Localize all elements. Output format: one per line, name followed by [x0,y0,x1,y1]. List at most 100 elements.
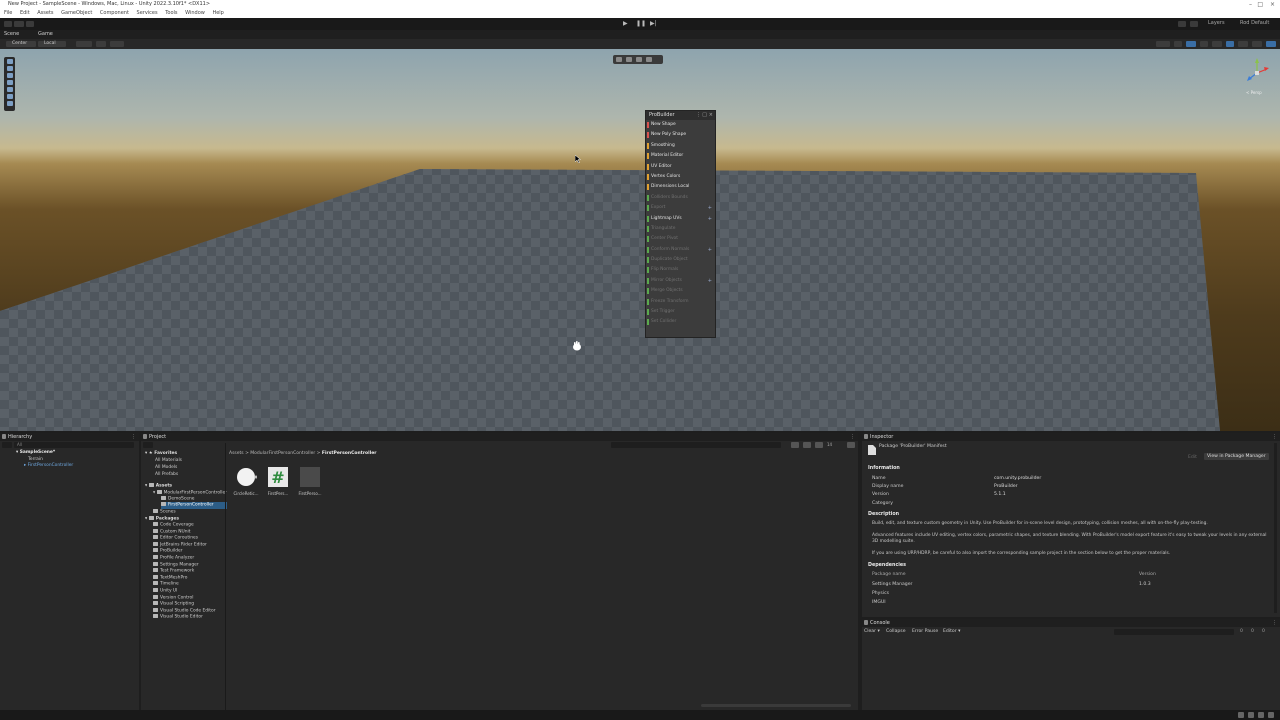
package-folder-item[interactable]: Visual Studio Code Editor [153,607,216,615]
breadcrumb-assets[interactable]: Assets [229,451,244,456]
panel-menu-icon[interactable]: ⋮ [131,433,136,441]
rotate-tool-icon[interactable] [6,73,13,78]
panel-menu-icon[interactable]: ⋮ [1272,619,1277,627]
collapse-toggle[interactable]: Collapse [886,629,906,634]
menu-component[interactable]: Component [100,10,129,16]
favorites-root[interactable]: ▾ ★ Favorites [145,451,177,457]
close-panel-icon[interactable]: × [709,111,713,120]
probuilder-item-freeze-transform[interactable]: Freeze Transform [646,297,715,307]
cloud-button[interactable] [14,21,24,27]
package-folder-item[interactable]: Timeline [153,581,179,588]
search-icon[interactable] [1190,21,1198,27]
package-folder-item[interactable]: Visual Studio Editor [153,614,203,621]
breadcrumb-firstpersoncontroller[interactable]: FirstPersonController [322,451,377,456]
probuilder-item-set-trigger[interactable]: Set Trigger [646,307,715,317]
probuilder-item-set-collider[interactable]: Set Collider [646,317,715,327]
asset-circlereticle[interactable]: CircleRetic... [233,466,259,496]
probuilder-item-vertex-colors[interactable]: Vertex Colors [646,172,715,182]
layers-dropdown[interactable]: Layers [1208,20,1225,26]
package-folder-item[interactable]: ProBuilder [153,548,183,555]
package-folder-item[interactable]: Test Framework [153,568,194,575]
grid-snap-button[interactable] [76,41,92,47]
view-in-package-manager-button[interactable]: View in Package Manager [1204,453,1269,460]
effects-toggle[interactable] [1212,41,1222,47]
history-icon[interactable] [1178,21,1186,27]
more-options-icon[interactable]: ⋮ [696,111,701,120]
favorite-star-icon[interactable] [847,442,855,448]
console-tab[interactable]: Console ⋮ [862,619,1280,627]
scene-search-button[interactable] [1266,41,1276,47]
camera-settings-button[interactable] [1238,41,1248,47]
warning-count[interactable]: 0 [1251,629,1254,634]
hidden-objects-toggle[interactable] [1226,41,1234,47]
step-button[interactable]: ▶| [650,20,657,27]
account-button[interactable] [4,21,12,27]
inspector-scrollbar[interactable] [1274,443,1277,613]
close-window-button[interactable]: × [1270,0,1275,9]
debug-mode-icon[interactable] [1248,712,1254,718]
probuilder-item-dimensions-local[interactable]: Dimensions Local [646,182,715,192]
probuilder-item-flip-normals[interactable]: Flip Normals [646,265,715,275]
favorites-item[interactable]: All Materials [155,458,182,464]
options-plus-icon[interactable]: + [708,214,712,224]
hierarchy-item-firstpersoncontroller[interactable]: ▸ FirstPersonController [24,463,73,469]
package-folder-item[interactable]: Settings Manager [153,561,199,569]
probuilder-item-duplicate-object[interactable]: Duplicate Object [646,255,715,265]
lighting-toggle[interactable] [1186,41,1196,47]
info-count[interactable]: 0 [1240,629,1243,634]
panel-menu-icon[interactable]: ⋮ [1272,433,1277,441]
probuilder-item-smoothing[interactable]: Smoothing [646,141,715,151]
edit-button[interactable]: Edit [1188,455,1197,460]
hierarchy-tab[interactable]: Hierarchy ⋮ [0,433,139,441]
asset-firstpersoncontroller-script[interactable]: # FirstPers... [265,466,291,496]
object-mode-icon[interactable] [616,57,622,62]
probuilder-item-new-shape[interactable]: New Shape [646,120,715,130]
hierarchy-search-input[interactable]: All [14,442,134,448]
grid-visibility-button[interactable] [110,41,124,47]
menu-edit[interactable]: Edit [20,10,30,16]
asset-firstpersoncontroller-prefab[interactable]: FirstPerso... [297,466,323,496]
filter-by-label-icon[interactable] [803,442,811,448]
panel-menu-icon[interactable]: ⋮ [850,433,855,441]
pivot-dropdown[interactable]: Center [6,41,36,47]
move-tool-icon[interactable] [6,66,13,71]
favorites-item[interactable]: All Prefabs [155,472,178,478]
probuilder-item-merge-objects[interactable]: Merge Objects [646,286,715,296]
scene-viewport[interactable]: < Persp [0,49,1280,431]
2d-toggle[interactable] [1174,41,1182,47]
create-button[interactable] [2,442,12,448]
menu-tools[interactable]: Tools [165,10,177,16]
transform-tool-icon[interactable] [6,94,13,99]
filter-by-type-icon[interactable] [791,442,799,448]
options-plus-icon[interactable]: + [708,245,712,255]
layout-dropdown[interactable]: Rod Default [1240,20,1269,26]
play-button[interactable]: ▶ [623,20,628,27]
package-folder-item[interactable]: Profile Analyzer [153,555,194,562]
tree-folder-scenes[interactable]: Scenes [153,509,176,516]
projection-label[interactable]: < Persp [1246,90,1262,95]
package-folder-item[interactable]: Version Control [153,594,193,602]
menu-window[interactable]: Window [185,10,205,16]
pause-button[interactable]: ❚❚ [636,20,646,27]
menu-services[interactable]: Services [137,10,158,16]
vertex-mode-icon[interactable] [626,57,632,62]
package-folder-item[interactable]: Visual Scripting [153,601,194,608]
cache-server-icon[interactable] [1238,712,1244,718]
maximize-button[interactable]: □ [1257,0,1263,9]
space-dropdown[interactable]: Local [38,41,66,47]
menu-gameobject[interactable]: GameObject [61,10,92,16]
breadcrumb-modularfirstpersoncontroller[interactable]: ModularFirstPersonController [250,451,315,456]
menu-help[interactable]: Help [212,10,223,16]
progress-icon[interactable] [1258,712,1264,718]
menu-assets[interactable]: Assets [37,10,53,16]
package-folder-item[interactable]: Code Coverage [153,522,194,529]
minimize-button[interactable]: – [1249,0,1252,9]
view-tool-icon[interactable] [6,59,13,64]
tab-scene[interactable]: Scene [4,31,19,37]
probuilder-item-center-pivot[interactable]: Center Pivot [646,234,715,244]
hidden-packages-count[interactable]: 14 [827,442,845,447]
error-count[interactable]: 0 [1262,629,1265,634]
package-folder-item[interactable]: Unity UI [153,588,177,595]
probuilder-item-uv-editor[interactable]: UV Editor [646,162,715,172]
probuilder-item-triangulate[interactable]: Triangulate [646,224,715,234]
